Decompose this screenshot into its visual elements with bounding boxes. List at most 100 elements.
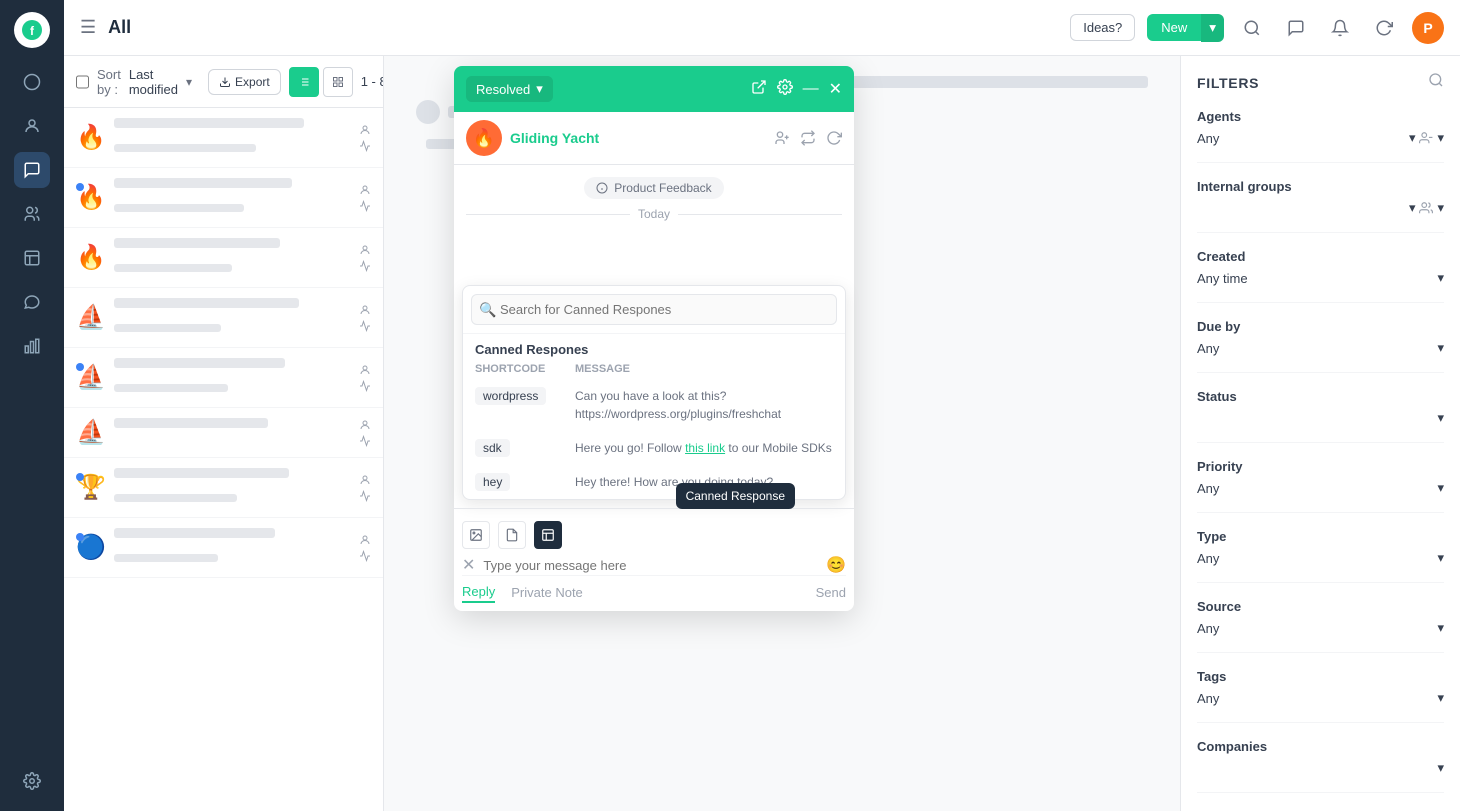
person-icon	[359, 124, 371, 136]
chat-subheader: 🔥 Gliding Yacht	[454, 112, 854, 165]
conv-item-8[interactable]: 🔵	[64, 518, 383, 578]
canned-shortcode-wordpress: wordpress	[475, 387, 546, 405]
menu-icon[interactable]: ☰	[80, 17, 96, 38]
resolved-badge[interactable]: Resolved ▾	[466, 76, 553, 102]
conv-item-7[interactable]: 🏆	[64, 458, 383, 518]
chat-input-area: ✕ 😊 Reply Private Note Send	[454, 508, 854, 611]
refresh-icon[interactable]	[826, 130, 842, 146]
sidebar-icon-settings[interactable]	[14, 763, 50, 799]
select-all-checkbox[interactable]	[76, 74, 89, 90]
filter-created: Created Any time ▾	[1197, 249, 1444, 303]
new-button-chevron[interactable]: ▾	[1201, 14, 1224, 42]
minimize-icon[interactable]: —	[803, 80, 819, 98]
grid-view-button[interactable]	[323, 67, 353, 97]
today-divider: Today	[466, 207, 842, 221]
sort-chevron-icon[interactable]: ▾	[186, 75, 192, 89]
filter-internal-groups: Internal groups ▾ ▾	[1197, 179, 1444, 233]
filter-type-label: Type	[1197, 529, 1444, 544]
filter-search-icon[interactable]	[1428, 72, 1444, 93]
filter-status-label: Status	[1197, 389, 1444, 404]
conv-item-2[interactable]: 🔥	[64, 168, 383, 228]
unread-dot-2	[76, 183, 84, 191]
image-tool-button[interactable]	[462, 521, 490, 549]
export-button[interactable]: Export	[208, 69, 281, 95]
transfer-icon[interactable]	[800, 130, 816, 146]
sidebar-icon-analytics[interactable]	[14, 328, 50, 364]
emoji-button[interactable]: 😊	[826, 555, 846, 575]
settings-icon[interactable]	[777, 79, 793, 100]
filter-groups-value[interactable]: ▾ ▾	[1197, 200, 1444, 216]
search-icon-header[interactable]	[1236, 12, 1268, 44]
filter-due-value[interactable]: Any ▾	[1197, 340, 1444, 356]
user-avatar[interactable]: P	[1412, 12, 1444, 44]
filter-companies-value[interactable]: ▾	[1197, 760, 1444, 776]
filters-title: FILTERS	[1197, 75, 1259, 91]
external-link-icon[interactable]	[751, 79, 767, 100]
conversations-list: Sort by : Last modified ▾ Export	[64, 56, 384, 811]
chat-header-icons: — ✕	[751, 79, 842, 100]
canned-shortcode-sdk: sdk	[475, 439, 510, 457]
filter-status-value[interactable]: ▾	[1197, 410, 1444, 426]
filter-due-by: Due by Any ▾	[1197, 319, 1444, 373]
file-tool-button[interactable]	[498, 521, 526, 549]
filter-priority-value[interactable]: Any ▾	[1197, 480, 1444, 496]
conv-item-1[interactable]: 🔥	[64, 108, 383, 168]
sidebar-icon-contacts[interactable]	[14, 108, 50, 144]
conv-item-3[interactable]: 🔥	[64, 228, 383, 288]
assign-icon[interactable]	[774, 130, 790, 146]
product-feedback-badge: Product Feedback	[584, 177, 723, 199]
sidebar-icon-chat[interactable]	[14, 284, 50, 320]
canned-search-input[interactable]	[471, 294, 837, 325]
filter-agents-label: Agents	[1197, 109, 1444, 124]
canned-item-wordpress[interactable]: wordpress Can you have a look at this? h…	[463, 379, 845, 431]
filter-agents-value[interactable]: Any ▾ ▾	[1197, 130, 1444, 146]
filter-source-label: Source	[1197, 599, 1444, 614]
chat-icon-header[interactable]	[1280, 12, 1312, 44]
filter-tags-value[interactable]: Any ▾	[1197, 690, 1444, 706]
conv-item-5[interactable]: ⛵	[64, 348, 383, 408]
message-input[interactable]	[483, 558, 818, 573]
conv-item-6[interactable]: ⛵	[64, 408, 383, 458]
filter-created-value[interactable]: Any time ▾	[1197, 270, 1444, 286]
view-icons	[289, 67, 353, 97]
filter-type: Type Any ▾	[1197, 529, 1444, 583]
app-logo[interactable]: f	[14, 12, 50, 48]
send-button[interactable]: Send	[816, 585, 846, 600]
tab-private-note[interactable]: Private Note	[511, 583, 583, 602]
left-sidebar: f	[0, 0, 64, 811]
canned-link[interactable]: this link	[685, 441, 725, 455]
bell-icon-header[interactable]	[1324, 12, 1356, 44]
sidebar-icon-home[interactable]	[14, 64, 50, 100]
sidebar-icon-people[interactable]	[14, 196, 50, 232]
canned-search-icon: 🔍	[479, 301, 496, 318]
refresh-icon-header[interactable]	[1368, 12, 1400, 44]
filters-header: FILTERS	[1197, 72, 1444, 93]
filter-source: Source Any ▾	[1197, 599, 1444, 653]
new-button[interactable]: New	[1147, 14, 1201, 41]
filter-type-value[interactable]: Any ▾	[1197, 550, 1444, 566]
chat-subheader-icons	[774, 130, 842, 146]
list-view-button[interactable]	[289, 67, 319, 97]
clear-input-button[interactable]: ✕	[462, 555, 475, 575]
sort-value[interactable]: Last modified	[129, 67, 178, 97]
conv-toolbar: Sort by : Last modified ▾ Export	[64, 56, 383, 108]
conv-item-4[interactable]: ⛵	[64, 288, 383, 348]
tab-reply[interactable]: Reply	[462, 582, 495, 603]
close-icon[interactable]: ✕	[829, 79, 842, 99]
sidebar-icon-conversations[interactable]	[14, 152, 50, 188]
chat-input-row: ✕ 😊	[462, 555, 846, 575]
filter-status: Status ▾	[1197, 389, 1444, 443]
top-header: ☰ All Ideas? New ▾ P	[64, 0, 1460, 56]
canned-columns: SHORTCODE MESSAGE	[463, 361, 845, 379]
canned-response-tool-button[interactable]	[534, 521, 562, 549]
activity-icon	[359, 140, 371, 152]
sidebar-icon-reports[interactable]	[14, 240, 50, 276]
canned-item-hey[interactable]: hey Hey there! How are you doing today? …	[463, 465, 845, 499]
conv-avatar-4: ⛵	[76, 303, 106, 332]
filter-source-value[interactable]: Any ▾	[1197, 620, 1444, 636]
contact-name[interactable]: Gliding Yacht	[510, 130, 599, 146]
canned-message-sdk: Here you go! Follow this link to our Mob…	[575, 439, 833, 457]
ideas-button[interactable]: Ideas?	[1070, 14, 1135, 41]
filter-companies-label: Companies	[1197, 739, 1444, 754]
canned-item-sdk[interactable]: sdk Here you go! Follow this link to our…	[463, 431, 845, 465]
